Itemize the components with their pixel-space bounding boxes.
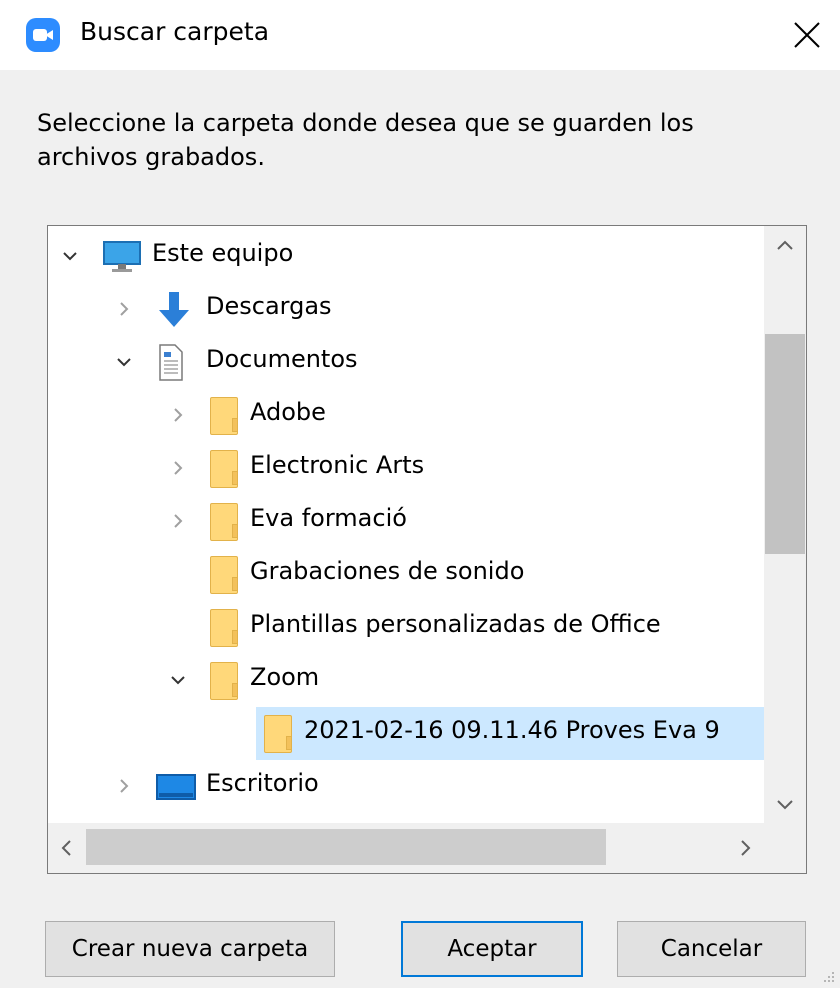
tree-item-label: Grabaciones de sonido <box>250 557 525 585</box>
tree-item-grabaciones-de-sonido[interactable]: Grabaciones de sonido <box>48 548 764 601</box>
scroll-right-button[interactable] <box>724 828 766 868</box>
horizontal-scroll-thumb[interactable] <box>86 829 606 865</box>
folder-icon <box>210 500 242 544</box>
chevron-right-icon[interactable] <box>170 513 186 529</box>
close-icon <box>794 22 820 48</box>
tree-item-2021-02-16-09-11-46-proves-eva-9[interactable]: 2021-02-16 09.11.46 Proves Eva 9 <box>48 707 764 760</box>
instructions-text: Seleccione la carpeta donde desea que se… <box>37 109 694 171</box>
vertical-scrollbar[interactable] <box>764 226 806 824</box>
scroll-left-button[interactable] <box>48 828 86 868</box>
tree-item-label: Escritorio <box>206 769 319 797</box>
computer-icon <box>102 240 142 274</box>
resize-grip-icon[interactable] <box>822 970 836 984</box>
chevron-right-icon[interactable] <box>170 407 186 423</box>
create-new-folder-button[interactable]: Crear nueva carpeta <box>45 921 335 977</box>
cancel-button[interactable]: Cancelar <box>617 921 806 977</box>
tree-item-label: 2021-02-16 09.11.46 Proves Eva 9 <box>304 716 720 744</box>
chevron-down-icon[interactable] <box>62 248 78 264</box>
window-title: Buscar carpeta <box>80 17 270 46</box>
close-button[interactable] <box>774 0 840 70</box>
tree-item-eva-formacio[interactable]: Eva formació <box>48 495 764 548</box>
zoom-icon <box>26 18 60 52</box>
folder-icon <box>210 394 242 438</box>
document-icon <box>156 343 186 383</box>
scroll-down-button[interactable] <box>764 784 806 824</box>
tree-item-label: Zoom <box>250 663 320 691</box>
tree-item-este-equipo[interactable]: Este equipo <box>48 230 764 283</box>
chevron-right-icon <box>741 840 751 856</box>
chevron-right-icon[interactable] <box>116 301 132 317</box>
chevron-right-icon[interactable] <box>116 778 132 794</box>
tree-item-label: Eva formació <box>250 504 407 532</box>
tree-item-zoom[interactable]: Zoom <box>48 654 764 707</box>
tree-item-descargas[interactable]: Descargas <box>48 283 764 336</box>
folder-icon <box>210 606 242 650</box>
tree-item-electronic-arts[interactable]: Electronic Arts <box>48 442 764 495</box>
chevron-down-icon[interactable] <box>116 354 132 370</box>
tree-item-adobe[interactable]: Adobe <box>48 389 764 442</box>
scroll-up-button[interactable] <box>764 226 806 266</box>
tree-item-escritorio[interactable]: Escritorio <box>48 760 764 813</box>
tree-item-plantillas-personalizadas-de-office[interactable]: Plantillas personalizadas de Office <box>48 601 764 654</box>
folder-icon <box>210 447 242 491</box>
tree-item-label: Documentos <box>206 345 358 373</box>
tree-item-label: Plantillas personalizadas de Office <box>250 610 661 638</box>
folder-icon <box>210 553 242 597</box>
chevron-up-icon <box>777 240 793 250</box>
scrollbar-corner <box>764 823 806 873</box>
download-icon <box>156 290 192 330</box>
tree-item-label: Este equipo <box>152 239 294 267</box>
vertical-scroll-thumb[interactable] <box>765 334 805 554</box>
chevron-down-icon[interactable] <box>170 672 186 688</box>
chevron-down-icon <box>777 800 793 810</box>
tree-item-label: Descargas <box>206 292 332 320</box>
tree-item-label: Adobe <box>250 398 326 426</box>
desktop-icon <box>156 772 196 802</box>
chevron-right-icon[interactable] <box>170 460 186 476</box>
tree-item-documentos[interactable]: Documentos <box>48 336 764 389</box>
folder-tree[interactable]: Este equipo Descargas Documentos Adobe Elect… <box>47 225 807 874</box>
tree-item-label: Electronic Arts <box>250 451 425 479</box>
horizontal-scrollbar[interactable] <box>48 823 766 873</box>
title-bar: Buscar carpeta <box>0 0 840 70</box>
accept-button[interactable]: Aceptar <box>401 921 583 977</box>
folder-icon <box>264 712 296 756</box>
folder-icon <box>210 659 242 703</box>
chevron-left-icon <box>61 840 71 856</box>
